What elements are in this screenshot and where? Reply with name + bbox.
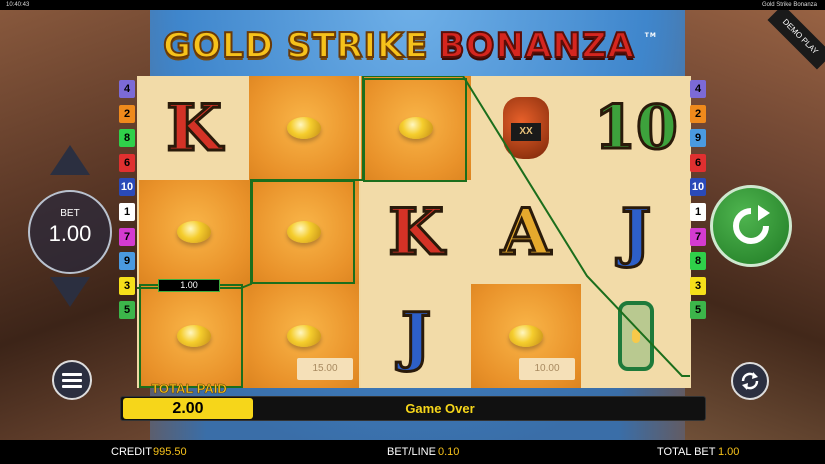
totalbet-value: 1.00 [718,446,740,458]
payline-indicator[interactable]: 9 [690,129,706,148]
payline-indicator[interactable]: 9 [119,252,135,271]
logo-tm: TM [644,32,657,39]
payline-indicator[interactable]: 7 [119,227,135,246]
game-message: Game Over [405,401,475,416]
status-time: 10:40:43 [6,2,30,8]
bet-widget: BET 1.00 [28,190,112,274]
total-paid-value: 2.00 [123,398,253,419]
payline-indicator[interactable]: 8 [690,252,706,271]
hamburger-icon [62,372,82,376]
payline-indicator[interactable]: 1 [690,202,706,221]
game-logo: GOLD STRIKE BONANZA TM [145,22,675,70]
win-line [137,76,690,377]
spin-arrow-icon [733,205,770,244]
payline-indicator[interactable]: 5 [690,301,706,320]
payline-indicator[interactable]: 2 [119,104,135,123]
payline-indicator[interactable]: 8 [119,129,135,148]
betline-label: BET/LINE [387,446,436,458]
payline-indicator[interactable]: 5 [119,301,135,320]
bet-label: BET [60,208,80,219]
payline-indicator[interactable]: 10 [119,178,135,197]
payline-indicator[interactable]: 1 [119,202,135,221]
footer-bar: CREDIT 995.50 BET/LINE 0.10 TOTAL BET 1.… [0,440,825,464]
logo-bonanza: BONANZA [438,25,635,67]
payline-indicator[interactable]: 10 [690,178,706,197]
payline-indicator[interactable]: 2 [690,104,706,123]
paylines-right: 4 2 9 6 10 1 7 8 3 5 [690,80,706,326]
betline-value: 0.10 [438,446,460,458]
bet-decrease-arrow-icon[interactable] [50,277,90,307]
reel-area: K 15.00 K J XX A 10.00 10 J [137,76,691,388]
paylines-left: 4 2 8 6 10 1 7 9 3 5 [119,80,135,326]
payline-indicator[interactable]: 3 [119,276,135,295]
payline-indicator[interactable]: 6 [690,153,706,172]
status-bar: 10:40:43 Gold Strike Bonanza [0,0,825,10]
total-paid-label: TOTAL PAID [151,381,227,396]
payline-indicator[interactable]: 4 [690,80,706,98]
bet-increase-arrow-icon[interactable] [50,145,90,175]
credit-value: 995.50 [153,446,187,458]
payline-indicator[interactable]: 3 [690,276,706,295]
demo-corner: DEMO PLAY [765,10,825,70]
demo-play-badge: DEMO PLAY [767,10,825,70]
autoplay-icon [741,372,759,390]
autoplay-button[interactable] [731,362,769,400]
payline-indicator[interactable]: 6 [119,153,135,172]
totalbet-label: TOTAL BET [657,446,716,458]
credit-label: CREDIT [111,446,152,458]
payline-indicator[interactable]: 7 [690,227,706,246]
status-app-title: Gold Strike Bonanza [761,2,817,8]
win-amount-tag: 1.00 [158,279,220,292]
menu-button[interactable] [52,360,92,400]
bet-value: 1.00 [48,221,92,246]
spin-button[interactable] [710,185,792,267]
logo-gold-strike: GOLD STRIKE [162,25,429,67]
payline-indicator[interactable]: 4 [119,80,135,98]
